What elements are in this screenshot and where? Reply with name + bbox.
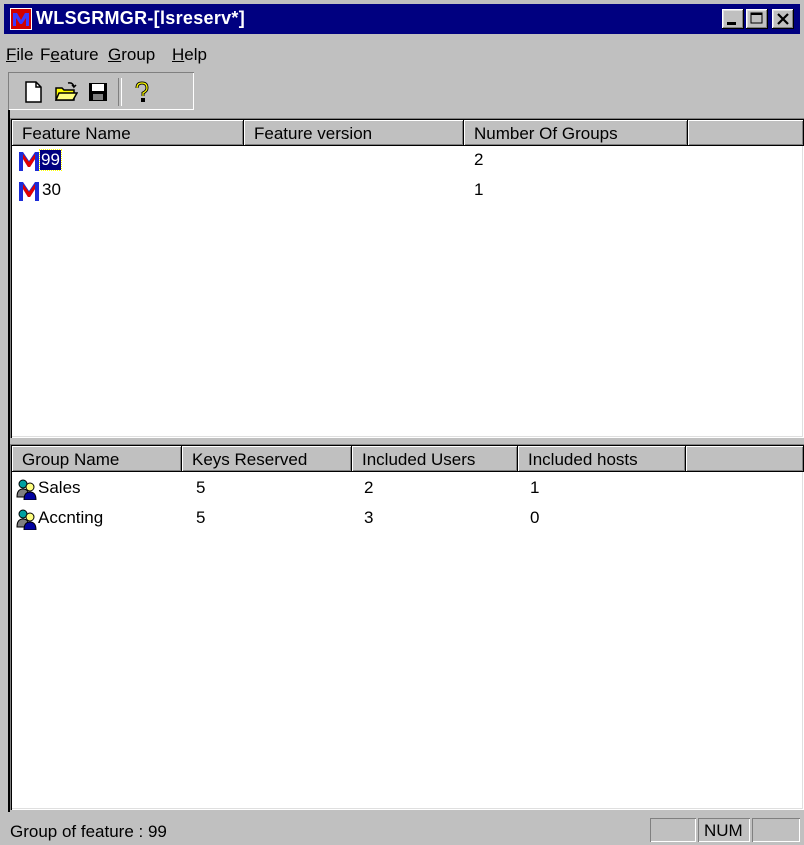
group-users-icon [16,479,37,500]
group-name-cell: Accnting [38,508,104,527]
open-folder-icon[interactable] [54,80,78,104]
new-document-icon[interactable] [22,80,46,104]
table-row[interactable]: 99 2 [10,148,804,174]
minimize-button[interactable] [722,9,744,29]
toolbar-separator [118,78,122,106]
menu-bar: File Feature Group Help [4,42,800,68]
menu-group-label: Group [108,45,156,64]
column-header-included-hosts[interactable]: Included hosts [518,446,686,472]
feature-m-icon [18,150,40,172]
table-row[interactable]: Sales 5 2 1 [10,476,804,502]
feature-m-icon [18,180,40,202]
feature-list[interactable]: Feature Name Feature version Number Of G… [10,118,804,438]
column-header-feature-name[interactable]: Feature Name [12,120,244,146]
keys-reserved-cell: 5 [196,508,206,527]
table-row[interactable]: Accnting 5 3 0 [10,506,804,532]
keys-reserved-cell: 5 [196,478,206,497]
column-header-group-name[interactable]: Group Name [12,446,182,472]
column-header-empty[interactable] [688,120,804,146]
close-icon [777,13,789,25]
column-header-included-users[interactable]: Included Users [352,446,518,472]
menu-feature[interactable]: Feature [40,45,99,65]
status-panel-caps [650,818,696,842]
menu-file[interactable]: File [6,45,33,65]
column-header-keys-reserved[interactable]: Keys Reserved [182,446,352,472]
window-title: WLSGRMGR-[lsreserv*] [36,8,246,28]
window-left-border [0,110,10,812]
menu-file-label: File [6,45,34,64]
maximize-icon [750,12,763,24]
menu-feature-label: Feature [40,45,99,64]
status-panel-num: NUM [698,818,750,842]
group-list[interactable]: Group Name Keys Reserved Included Users … [10,444,804,810]
menu-group[interactable]: Group [108,45,155,65]
column-header-number-of-groups[interactable]: Number Of Groups [464,120,688,146]
included-hosts-cell: 1 [530,478,540,497]
status-text: Group of feature : 99 [10,822,167,841]
group-users-icon [16,509,37,530]
included-users-cell: 2 [364,478,374,497]
menu-help-label: Help [172,45,207,64]
group-name-cell: Sales [38,478,81,497]
table-row[interactable]: 30 1 [10,178,804,204]
column-header-empty[interactable] [686,446,804,472]
toolbar [8,72,194,110]
feature-name-cell: 30 [42,180,61,199]
included-users-cell: 3 [364,508,374,527]
included-hosts-cell: 0 [530,508,540,527]
feature-name-cell: 99 [39,149,62,171]
title-bar[interactable]: WLSGRMGR-[lsreserv*] [4,4,800,34]
status-panel-scroll [752,818,800,842]
status-bar: Group of feature : 99 NUM [0,812,804,845]
feature-groups-cell: 1 [474,180,484,199]
feature-groups-cell: 2 [474,150,484,169]
help-question-icon[interactable] [130,80,154,104]
maximize-button[interactable] [746,9,768,29]
minimize-icon [727,22,736,25]
save-disk-icon[interactable] [86,80,110,104]
menu-help[interactable]: Help [172,45,207,65]
app-window: WLSGRMGR-[lsreserv*] File Feature Group … [0,0,804,845]
app-logo-icon [10,8,32,30]
close-button[interactable] [772,9,794,29]
column-header-feature-version[interactable]: Feature version [244,120,464,146]
